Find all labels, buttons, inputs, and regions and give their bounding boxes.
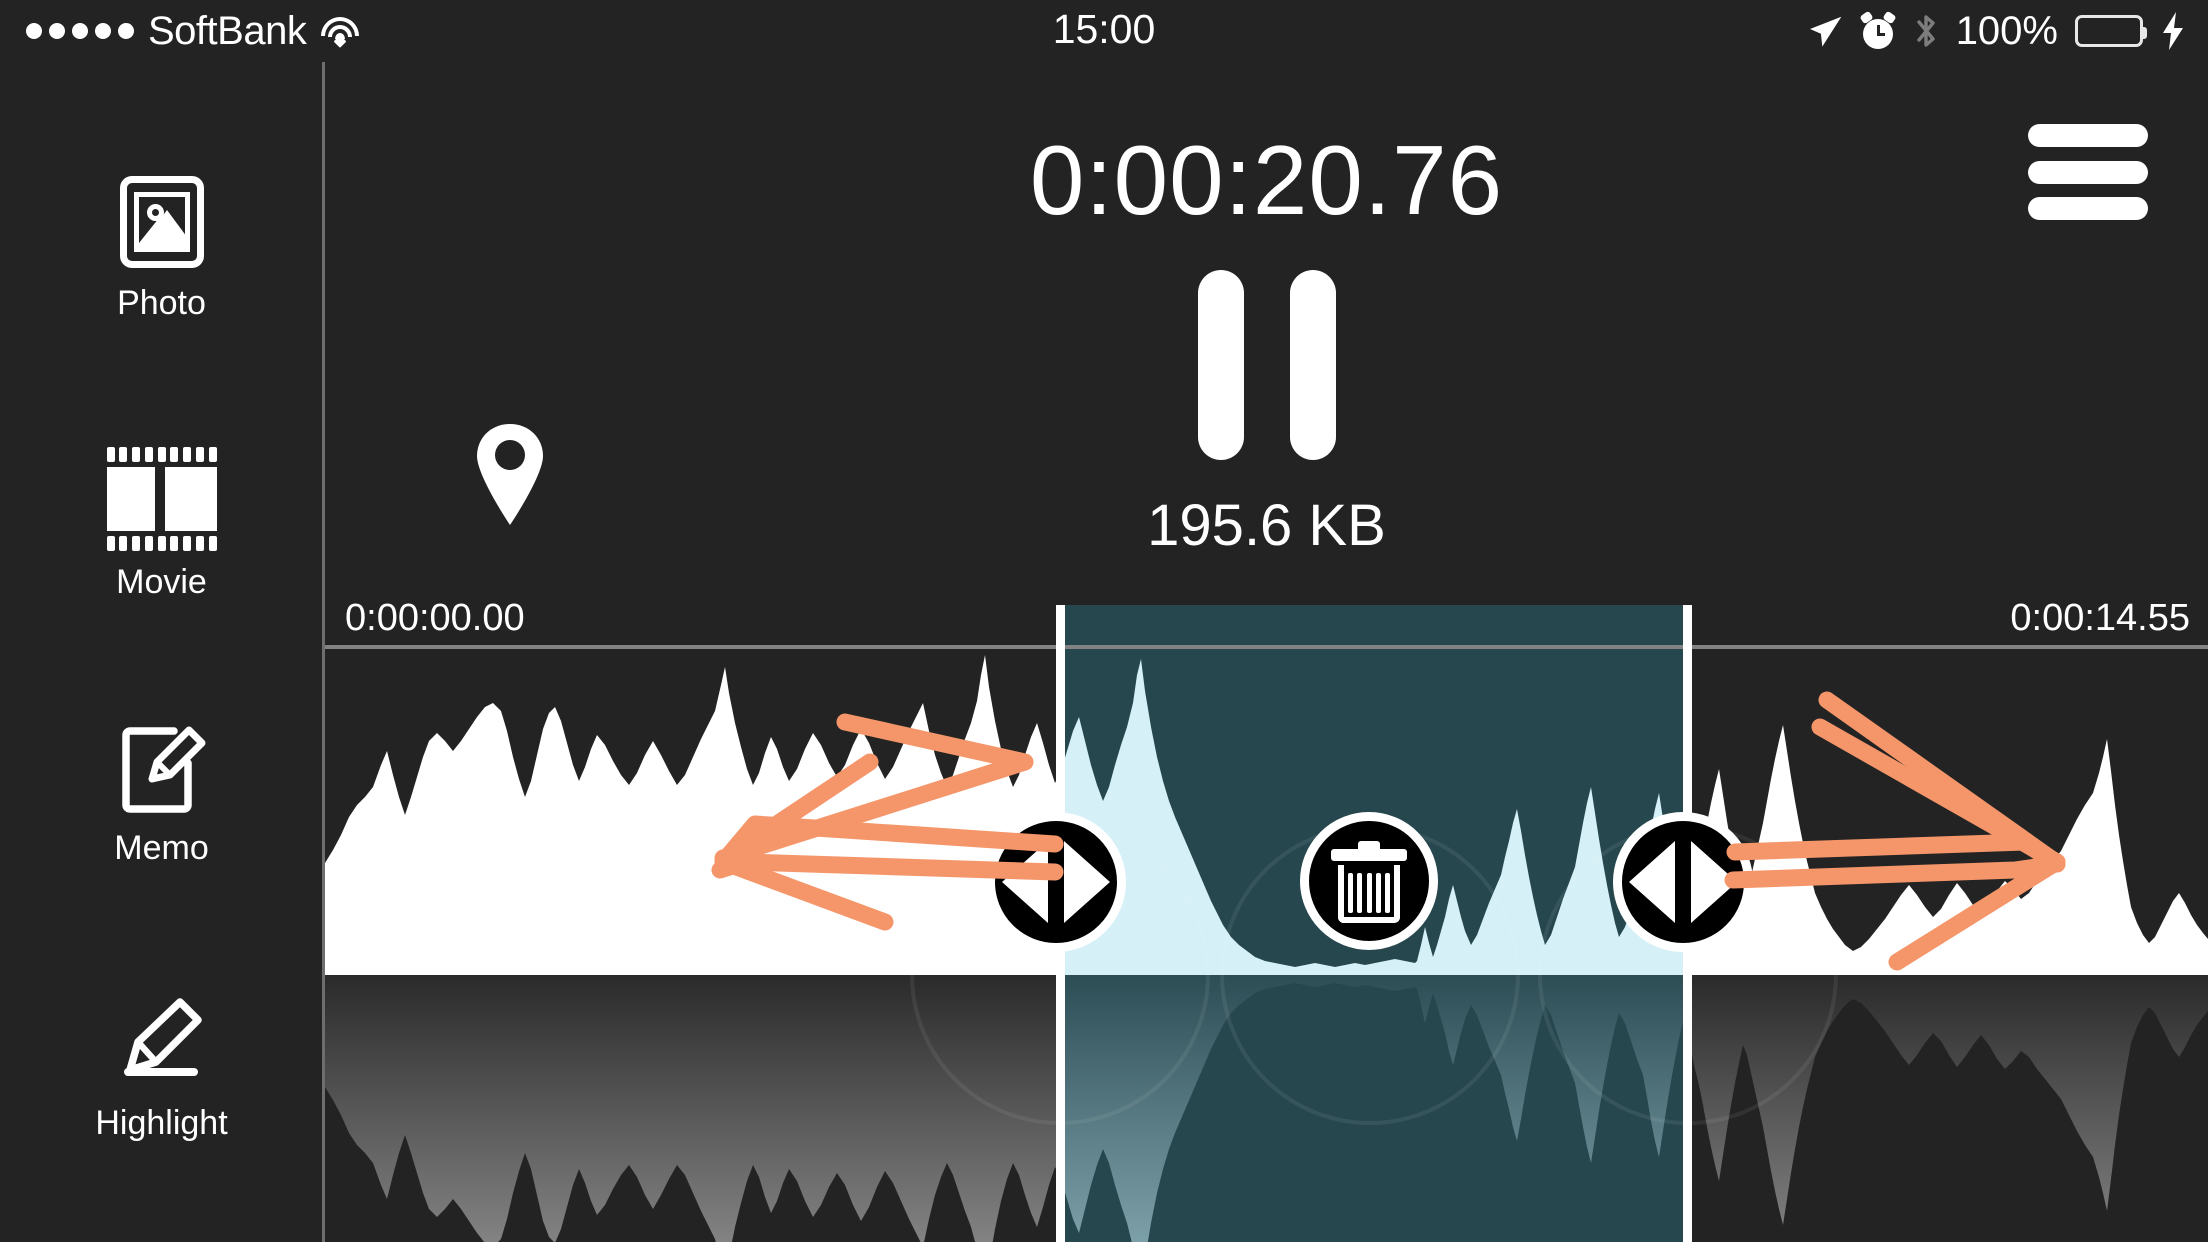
note-pencil-icon xyxy=(112,717,212,817)
status-bar: SoftBank 15:00 100% xyxy=(0,0,2208,62)
sidebar-item-label: Highlight xyxy=(95,1104,228,1142)
timeline-start-label: 0:00:00.00 xyxy=(345,597,525,639)
timeline-end-label: 0:00:14.55 xyxy=(2010,597,2190,639)
hamburger-menu-icon[interactable] xyxy=(2028,124,2148,220)
lightning-bolt-icon xyxy=(2160,11,2186,51)
sidebar: Photo Movie Memo Highlight xyxy=(0,62,323,1242)
battery-icon xyxy=(2075,15,2147,47)
pencil-underline-icon xyxy=(112,992,212,1092)
status-bar-right: 100% xyxy=(1809,0,2186,62)
waveform-gridline xyxy=(325,645,2208,649)
sidebar-item-movie[interactable]: Movie xyxy=(0,447,323,602)
resize-left-right-icon xyxy=(1002,841,1110,923)
sidebar-item-label: Movie xyxy=(116,563,207,601)
photo-icon xyxy=(112,172,212,272)
filmstrip-icon xyxy=(106,447,217,551)
sidebar-item-memo[interactable]: Memo xyxy=(0,717,323,868)
waveform-area[interactable] xyxy=(325,605,2208,1242)
sidebar-item-photo[interactable]: Photo xyxy=(0,172,323,323)
pause-button[interactable] xyxy=(1197,270,1336,460)
selection-left-handle[interactable] xyxy=(986,812,1126,952)
main-panel: 0:00:20.76 195.6 KB 0:00:00.00 0:00:14.5… xyxy=(325,62,2208,1242)
elapsed-time-display: 0:00:20.76 xyxy=(1029,125,1504,235)
audio-waveform xyxy=(325,655,2208,1242)
trash-can-icon xyxy=(1331,839,1407,923)
resize-left-right-icon xyxy=(1629,841,1737,923)
location-arrow-icon xyxy=(1809,14,1843,48)
sidebar-divider xyxy=(322,62,325,1242)
bluetooth-icon xyxy=(1913,12,1939,50)
selection-right-handle[interactable] xyxy=(1613,812,1753,952)
app-root: SoftBank 15:00 100% Photo Movie Memo Hig… xyxy=(0,0,2208,1242)
map-pin-marker-icon[interactable] xyxy=(475,422,545,527)
sidebar-item-label: Photo xyxy=(117,284,206,322)
sidebar-item-highlight[interactable]: Highlight xyxy=(0,992,323,1143)
alarm-clock-icon xyxy=(1859,10,1897,49)
battery-percent-label: 100% xyxy=(1955,8,2058,53)
file-size-label: 195.6 KB xyxy=(1147,493,1386,558)
sidebar-item-label: Memo xyxy=(114,829,209,867)
delete-selection-button[interactable] xyxy=(1300,812,1438,950)
